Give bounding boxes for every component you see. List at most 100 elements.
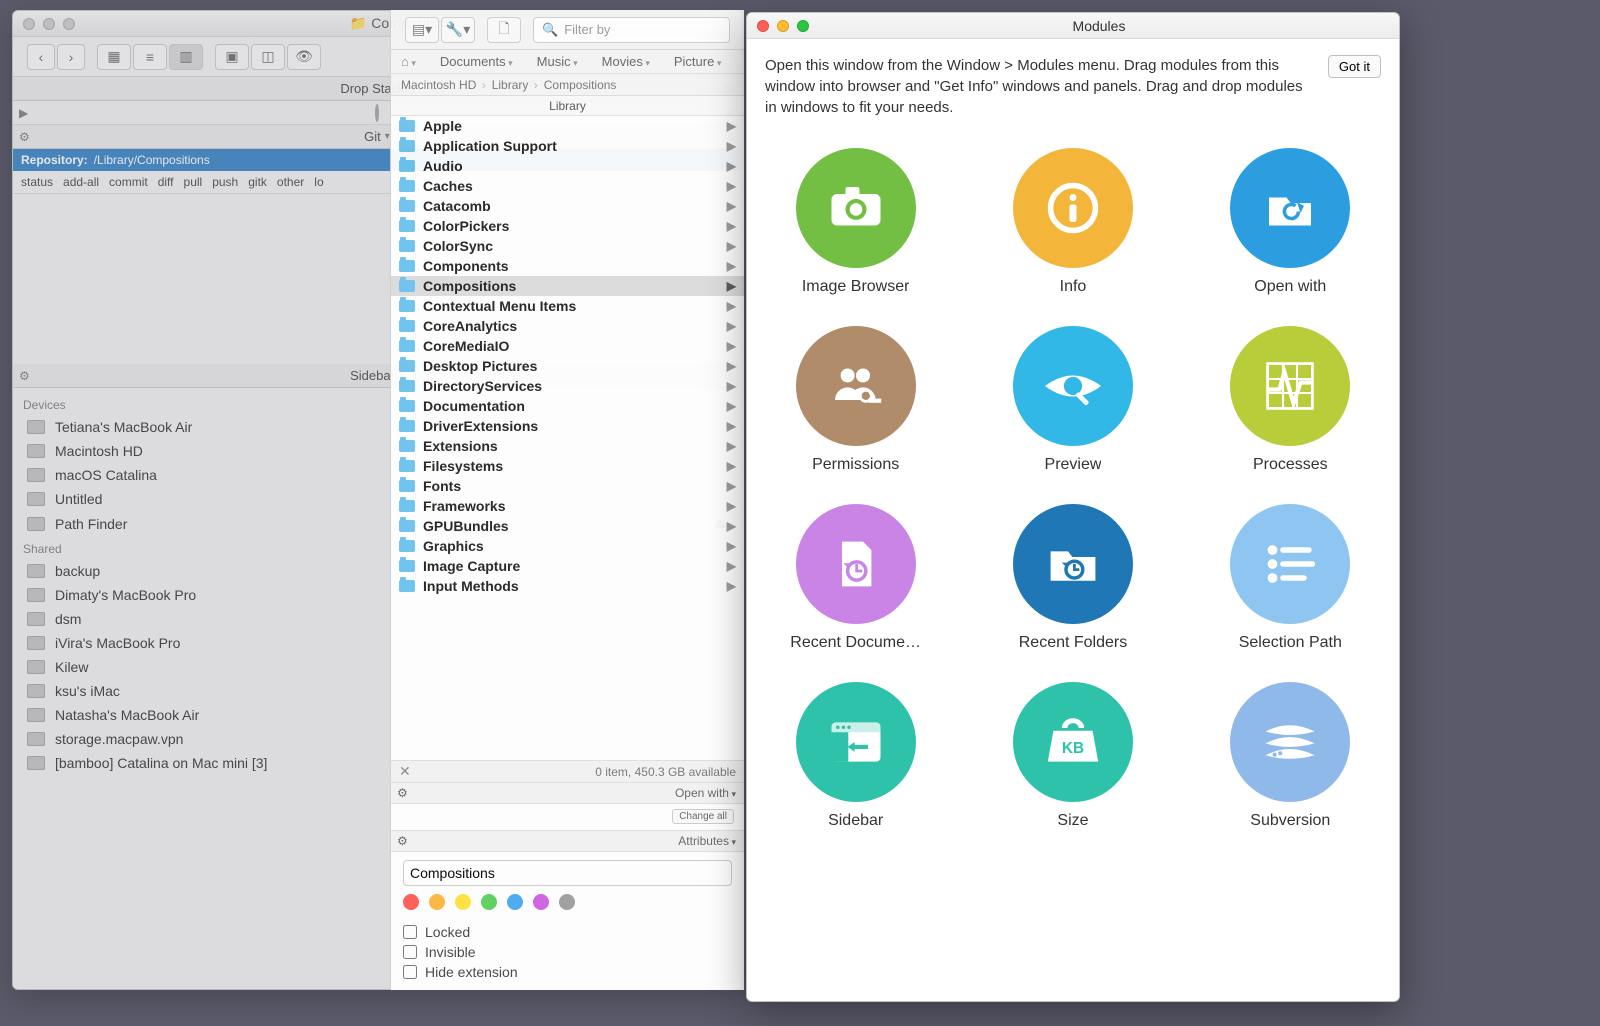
- tag-color[interactable]: [403, 894, 419, 910]
- folder-row[interactable]: CoreAnalytics▶: [391, 316, 744, 336]
- folder-row[interactable]: Frameworks▶: [391, 496, 744, 516]
- minimize-icon[interactable]: [777, 20, 789, 32]
- module-item[interactable]: Recent Docume…: [766, 504, 946, 652]
- cancel-icon[interactable]: ✕: [399, 763, 411, 780]
- view-list-button[interactable]: ≡: [133, 44, 167, 70]
- folder-row[interactable]: Input Methods▶: [391, 576, 744, 596]
- minimize-icon[interactable]: [43, 18, 55, 30]
- tag-color[interactable]: [481, 894, 497, 910]
- name-field[interactable]: [403, 860, 732, 886]
- git-action-status[interactable]: status: [21, 175, 53, 189]
- folder-row[interactable]: Desktop Pictures▶: [391, 356, 744, 376]
- module-item[interactable]: Recent Folders: [983, 504, 1163, 652]
- play-icon[interactable]: ▶: [19, 106, 28, 120]
- tag-color[interactable]: [455, 894, 471, 910]
- git-action-lo[interactable]: lo: [314, 175, 323, 189]
- attribute-checkbox-row[interactable]: Invisible: [403, 942, 732, 962]
- newfolder-button[interactable]: 🗋: [487, 17, 521, 43]
- chevron-right-icon: ▶: [727, 519, 736, 533]
- breadcrumb-item[interactable]: Compositions: [544, 78, 621, 92]
- gear-icon[interactable]: ⚙: [19, 369, 30, 383]
- git-action-other[interactable]: other: [277, 175, 304, 189]
- view-icon-button[interactable]: ▦: [97, 44, 131, 70]
- change-all-button[interactable]: Change all: [672, 809, 734, 824]
- module-item[interactable]: Info: [983, 148, 1163, 296]
- module-item[interactable]: KBSize: [983, 682, 1163, 830]
- git-action-add-all[interactable]: add-all: [63, 175, 99, 189]
- folder-row[interactable]: Apple▶: [391, 116, 744, 136]
- module-item[interactable]: Selection Path: [1200, 504, 1380, 652]
- folder-row[interactable]: Filesystems▶: [391, 456, 744, 476]
- folder-row[interactable]: Contextual Menu Items▶: [391, 296, 744, 316]
- module-item[interactable]: Processes: [1200, 326, 1380, 474]
- zoom-icon[interactable]: [63, 18, 75, 30]
- attribute-checkbox-row[interactable]: Hide extension: [403, 962, 732, 982]
- quicklook-button[interactable]: 👁: [287, 44, 321, 70]
- gear-icon[interactable]: ⚙: [397, 834, 408, 848]
- gear-icon[interactable]: ⚙: [19, 130, 30, 144]
- pager-item[interactable]: Music: [537, 54, 578, 69]
- checkbox[interactable]: [403, 965, 417, 979]
- target-icon[interactable]: [375, 104, 379, 122]
- folder-row[interactable]: ColorSync▶: [391, 236, 744, 256]
- titlebar[interactable]: Modules: [747, 13, 1399, 39]
- forward-button[interactable]: ›: [57, 44, 85, 70]
- folder-row[interactable]: Caches▶: [391, 176, 744, 196]
- git-action-push[interactable]: push: [212, 175, 238, 189]
- module-item[interactable]: Sidebar: [766, 682, 946, 830]
- tag-color[interactable]: [559, 894, 575, 910]
- back-button[interactable]: ‹: [27, 44, 55, 70]
- folder-row[interactable]: Graphics▶: [391, 536, 744, 556]
- arrange-button[interactable]: ▤▾: [405, 17, 439, 43]
- checkbox[interactable]: [403, 925, 417, 939]
- search-input[interactable]: 🔍 Filter by: [533, 17, 730, 43]
- attributes-header[interactable]: ⚙ Attributes: [391, 830, 744, 852]
- view-gallery-button[interactable]: ▣: [215, 44, 249, 70]
- folder-row[interactable]: CoreMediaIO▶: [391, 336, 744, 356]
- module-item[interactable]: Permissions: [766, 326, 946, 474]
- home-icon[interactable]: ⌂: [401, 54, 416, 69]
- attribute-checkbox-row[interactable]: Locked: [403, 922, 732, 942]
- action-button[interactable]: 🔧▾: [441, 17, 475, 43]
- folder-row[interactable]: DriverExtensions▶: [391, 416, 744, 436]
- got-it-button[interactable]: Got it: [1328, 55, 1381, 78]
- folder-row[interactable]: Components▶: [391, 256, 744, 276]
- tag-color[interactable]: [533, 894, 549, 910]
- pager-item[interactable]: Documents: [440, 54, 513, 69]
- folder-row[interactable]: Extensions▶: [391, 436, 744, 456]
- view-column-button[interactable]: ▥: [169, 44, 203, 70]
- view-split-button[interactable]: ◫: [251, 44, 285, 70]
- git-action-pull[interactable]: pull: [184, 175, 203, 189]
- git-action-diff[interactable]: diff: [158, 175, 174, 189]
- folder-row[interactable]: Compositions▶: [391, 276, 744, 296]
- folder-row[interactable]: Image Capture▶: [391, 556, 744, 576]
- module-item[interactable]: Image Browser: [766, 148, 946, 296]
- zoom-icon[interactable]: [797, 20, 809, 32]
- tag-color[interactable]: [507, 894, 523, 910]
- module-item[interactable]: Subversion: [1200, 682, 1380, 830]
- folder-label: Application Support: [423, 138, 557, 154]
- git-action-commit[interactable]: commit: [109, 175, 148, 189]
- close-icon[interactable]: [757, 20, 769, 32]
- folder-row[interactable]: DirectoryServices▶: [391, 376, 744, 396]
- open-with-header[interactable]: ⚙ Open with: [391, 782, 744, 804]
- gear-icon[interactable]: ⚙: [397, 786, 408, 800]
- folder-row[interactable]: ColorPickers▶: [391, 216, 744, 236]
- module-item[interactable]: Preview: [983, 326, 1163, 474]
- folder-row[interactable]: Application Support▶: [391, 136, 744, 156]
- folder-row[interactable]: GPUBundles▶: [391, 516, 744, 536]
- module-item[interactable]: Open with: [1200, 148, 1380, 296]
- folder-row[interactable]: Audio▶: [391, 156, 744, 176]
- tag-color[interactable]: [429, 894, 445, 910]
- git-action-gitk[interactable]: gitk: [248, 175, 267, 189]
- close-icon[interactable]: [23, 18, 35, 30]
- folder-row[interactable]: Catacomb▶: [391, 196, 744, 216]
- breadcrumb-item[interactable]: Library: [492, 78, 540, 92]
- checkbox[interactable]: [403, 945, 417, 959]
- pager-item[interactable]: Picture: [674, 54, 722, 69]
- folder-row[interactable]: Documentation▶: [391, 396, 744, 416]
- file-list[interactable]: Apple▶Application Support▶Audio▶Caches▶C…: [391, 116, 744, 760]
- pager-item[interactable]: Movies: [602, 54, 650, 69]
- folder-row[interactable]: Fonts▶: [391, 476, 744, 496]
- breadcrumb-item[interactable]: Macintosh HD: [401, 78, 488, 92]
